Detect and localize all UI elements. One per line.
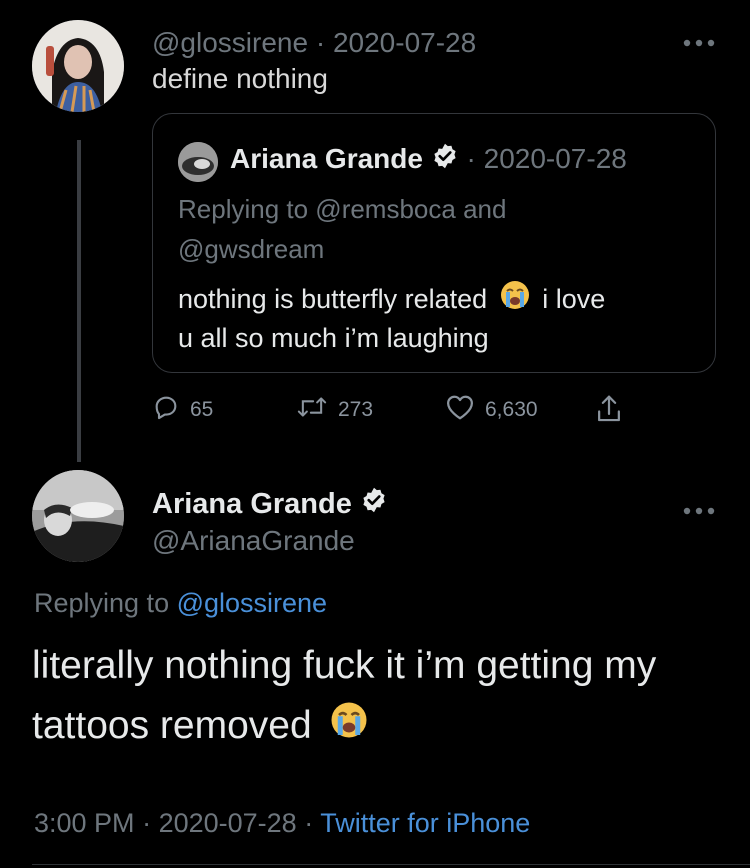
loudly-crying-face-emoji-icon	[495, 280, 535, 319]
avatar-glossirene[interactable]	[32, 20, 124, 112]
tweet-meta: 3:00 PM · 2020-07-28 · Twitter for iPhon…	[34, 806, 530, 840]
verified-badge-icon	[431, 143, 459, 178]
quote-tweet-handle[interactable]: @glossirene	[152, 27, 308, 58]
quoted-separator: ·	[458, 143, 484, 174]
share-icon[interactable]	[594, 393, 624, 430]
replying-prefix: Replying to	[34, 588, 177, 618]
quoted-name[interactable]: Ariana Grande	[230, 143, 423, 174]
quoted-text-line-1: nothing is butterfly related i love	[178, 280, 606, 319]
main-tweet-handle[interactable]: @ArianaGrande	[152, 524, 355, 558]
tweet-source-link[interactable]: Twitter for iPhone	[320, 808, 530, 838]
main-tweet-text-line-1: literally nothing fuck it i’m getting my	[32, 644, 657, 687]
retweet-icon	[296, 393, 328, 427]
quoted-header: Ariana Grande · 2020-07-28	[230, 142, 627, 178]
like-count: 6,630	[485, 398, 538, 421]
quoted-date[interactable]: 2020-07-28	[484, 143, 627, 174]
reply-icon	[152, 393, 180, 427]
main-name-row: Ariana Grande	[152, 487, 388, 522]
reply-count: 65	[190, 398, 214, 421]
reply-action[interactable]: 65	[152, 393, 213, 427]
quoted-avatar	[178, 142, 218, 182]
quote-tweet-text: define nothing	[152, 63, 328, 94]
header-separator: ·	[308, 27, 333, 58]
loudly-crying-face-emoji-icon	[323, 702, 369, 751]
bottom-divider	[32, 864, 750, 865]
more-horizontal-icon[interactable]	[682, 498, 716, 520]
quoted-replying-line-1: Replying to @remsboca and	[178, 194, 507, 224]
quoted-text-line-2: u all so much i’m laughing	[178, 323, 489, 353]
verified-badge-icon	[360, 488, 388, 522]
quoted-text-part-2: i love	[542, 284, 606, 314]
tweet-time[interactable]: 3:00 PM	[34, 808, 135, 838]
meta-separator-1: ·	[134, 808, 159, 838]
retweet-count: 273	[338, 398, 374, 421]
more-horizontal-icon[interactable]	[682, 30, 716, 52]
retweet-action[interactable]: 273	[296, 393, 373, 427]
main-replying-to: Replying to @glossirene	[34, 586, 327, 620]
avatar-arianagrande[interactable]	[32, 470, 124, 562]
quote-tweet-date[interactable]: 2020-07-28	[333, 27, 476, 58]
main-tweet-name[interactable]: Ariana Grande	[152, 488, 352, 520]
main-tweet-text-part: tattoos removed	[32, 704, 312, 747]
replying-handle-link[interactable]: @glossirene	[177, 588, 327, 618]
like-action[interactable]: 6,630	[445, 393, 538, 427]
quote-tweet-header: @glossirene · 2020-07-28	[152, 26, 476, 60]
tweet-date[interactable]: 2020-07-28	[159, 808, 297, 838]
quoted-text-part-1: nothing is butterfly related	[178, 284, 488, 314]
main-tweet-text-line-2: tattoos removed	[32, 702, 369, 751]
quoted-replying-line-2: @gwsdream	[178, 234, 325, 264]
meta-separator-2: ·	[296, 808, 321, 838]
heart-icon	[445, 393, 475, 427]
thread-line	[77, 140, 81, 462]
